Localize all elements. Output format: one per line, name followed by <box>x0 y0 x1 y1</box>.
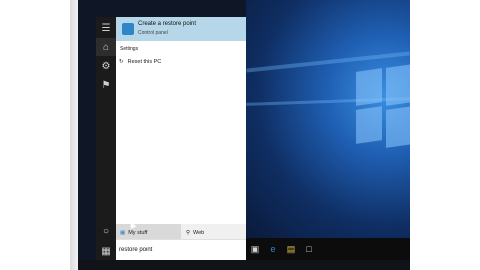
start-left-rail: ☰ ⌂ ⚙ ⚑ ○ ▦ <box>96 17 116 260</box>
task-view-icon[interactable]: ▣ <box>246 240 264 258</box>
windows-logo-pane <box>356 68 382 106</box>
settings-item-reset-pc[interactable]: ↻ Reset this PC <box>119 57 239 67</box>
settings-icon[interactable]: ⚙ <box>96 57 116 75</box>
home-icon[interactable]: ⌂ <box>96 38 116 56</box>
file-explorer-icon[interactable]: ▤ <box>282 240 300 258</box>
edge-icon[interactable]: e <box>264 240 282 258</box>
screen: ☰ ⌂ ⚙ ⚑ ○ ▦ Create a restore point Contr… <box>78 0 410 270</box>
restore-point-icon <box>122 23 134 35</box>
top-result-create-restore-point[interactable]: Create a restore point Control panel <box>116 17 246 41</box>
refresh-icon: ↻ <box>119 59 124 65</box>
search-box <box>116 239 246 261</box>
taskbar: ▣ e ▤ □ <box>246 238 410 260</box>
bottom-bezel <box>78 260 410 270</box>
desktop-wallpaper <box>246 0 410 238</box>
feedback-icon[interactable]: ⚑ <box>96 76 116 94</box>
cortana-circle-icon[interactable]: ○ <box>96 222 116 240</box>
hamburger-menu-icon[interactable]: ☰ <box>96 19 116 37</box>
search-input[interactable] <box>119 243 239 257</box>
windows-start-icon[interactable]: ▦ <box>96 242 116 260</box>
settings-item-label: Reset this PC <box>127 59 162 65</box>
search-icon: ⚲ <box>186 229 191 236</box>
settings-section-header: Settings <box>120 46 139 52</box>
search-results-panel: Create a restore point Control panel Set… <box>116 17 246 260</box>
background-left <box>0 0 70 270</box>
filter-my-stuff-label: My stuff <box>128 229 148 236</box>
filter-web-label: Web <box>193 229 205 236</box>
windows-logo-pane <box>386 64 410 106</box>
windows-icon: ▦ <box>120 229 126 236</box>
background-right <box>410 0 480 270</box>
windows-logo-pane <box>386 106 410 148</box>
device-bezel <box>70 0 78 270</box>
top-result-subtitle: Control panel <box>138 30 168 36</box>
store-icon[interactable]: □ <box>300 240 318 258</box>
top-result-title: Create a restore point <box>138 21 197 27</box>
windows-logo-pane <box>356 106 382 144</box>
